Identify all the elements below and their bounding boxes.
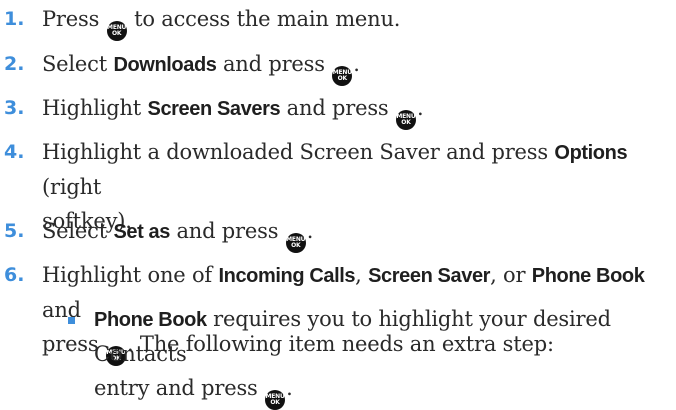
step-text-segment: , or — [490, 263, 532, 287]
bullet-text: Phone Book requires you to highlight you… — [94, 302, 662, 410]
step-text-segment: and press — [169, 219, 285, 243]
key-label-ok: OK — [401, 119, 411, 126]
step-text: Highlight Screen Savers and press MENU OK… — [42, 91, 670, 130]
key-label-ok: OK — [337, 75, 348, 82]
menu-ok-key-icon: MENU OK — [285, 233, 306, 253]
step-text-segment: . — [306, 219, 314, 243]
bullet-line: entry and press MENU OK. — [94, 371, 662, 410]
step-text-segment: and — [42, 298, 81, 322]
step-number: 4. — [4, 141, 25, 163]
menu-item-name: Screen Saver — [368, 265, 491, 287]
step-text-segment: . — [416, 96, 424, 120]
step-line: Highlight a downloaded Screen Saver and … — [42, 135, 670, 204]
step-number: 6. — [4, 264, 25, 286]
step-text-segment: , — [355, 263, 369, 287]
menu-ok-key-icon: MENU OK — [395, 110, 416, 130]
step-text-segment: Select — [42, 219, 114, 243]
menu-ok-key-icon: MENU OK — [332, 66, 353, 86]
step-text-segment: . — [353, 52, 360, 76]
key-label-ok: OK — [270, 399, 280, 406]
step-text-segment: and press — [280, 96, 395, 120]
step-text-segment: Highlight a downloaded Screen Saver and … — [42, 140, 555, 164]
step-text: Press MENU OK to access the main menu. — [42, 2, 670, 41]
key-label-ok: OK — [291, 242, 301, 249]
step-text-segment: (right — [42, 175, 102, 199]
step-text-segment: to access the main menu. — [127, 7, 401, 31]
softkey-name: Options — [554, 142, 628, 164]
bullet-text-segment: . — [286, 376, 293, 400]
step-text: Select Downloads and press MENU OK. — [42, 47, 670, 86]
step-text-segment: Select — [42, 52, 114, 76]
menu-item-name: Downloads — [113, 54, 217, 76]
menu-item-name: Phone Book — [94, 309, 207, 331]
instruction-steps: 1. Press MENU OK to access the main menu.… — [0, 0, 676, 410]
menu-item-name: Set as — [113, 221, 170, 243]
menu-item-name: Screen Savers — [147, 98, 281, 120]
step-number: 1. — [4, 8, 25, 30]
menu-item-name: Phone Book — [531, 265, 645, 287]
menu-item-name: Incoming Calls — [218, 265, 356, 287]
step-text-segment: Highlight one of — [42, 263, 219, 287]
step-number: 3. — [4, 97, 25, 119]
step-text-segment: Press — [42, 7, 106, 31]
menu-ok-key-icon: MENU OK — [265, 390, 286, 410]
step-text-segment: Highlight — [42, 96, 148, 120]
step-number: 2. — [4, 53, 25, 75]
step-text: Select Set as and press MENU OK. — [42, 214, 670, 253]
bullet-line: Phone Book requires you to highlight you… — [94, 302, 662, 371]
step-number: 5. — [4, 220, 25, 242]
bullet-square-icon — [68, 317, 75, 324]
menu-ok-key-icon: MENU OK — [106, 21, 127, 41]
bullet-text-segment: entry and press — [94, 376, 265, 400]
step-text-segment: and press — [216, 52, 332, 76]
key-label-ok: OK — [111, 30, 122, 37]
